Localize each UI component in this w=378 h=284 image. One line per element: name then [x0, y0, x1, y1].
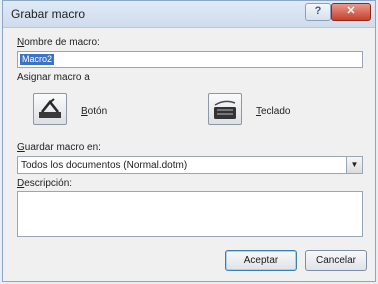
close-button[interactable]: ✕ [331, 3, 371, 21]
dialog-title: Grabar macro [11, 7, 86, 21]
macro-name-input[interactable]: Macro2 [17, 51, 363, 68]
assign-to-button-label: Botón [81, 106, 108, 117]
title-bar: Grabar macro ? ✕ [3, 1, 375, 28]
macro-name-label: Nombre de macro: [17, 37, 100, 48]
keyboard-assign-icon [214, 100, 236, 119]
dropdown-arrow-icon[interactable]: ▼ [346, 157, 362, 173]
store-macro-value: Todos los documentos (Normal.dotm) [21, 160, 188, 171]
description-textarea[interactable] [17, 191, 363, 237]
macro-name-value: Macro2 [20, 54, 55, 65]
help-button[interactable]: ? [305, 3, 331, 21]
cancel-button[interactable]: Cancelar [305, 250, 367, 271]
assign-to-keyboard-button[interactable] [208, 93, 242, 125]
button-assign-icon [39, 98, 61, 118]
assign-macro-label: Asignar macro a [17, 72, 90, 83]
assign-to-button-button[interactable] [33, 93, 67, 125]
store-macro-select[interactable]: Todos los documentos (Normal.dotm) ▼ [17, 156, 363, 174]
record-macro-dialog: Grabar macro ? ✕ Nombre de macro: Macro2… [2, 0, 376, 282]
description-label: Descripción: [17, 178, 73, 189]
store-macro-label: Guardar macro en: [17, 142, 101, 153]
ok-button[interactable]: Aceptar [225, 250, 297, 271]
assign-to-keyboard-label: Teclado [256, 106, 291, 117]
